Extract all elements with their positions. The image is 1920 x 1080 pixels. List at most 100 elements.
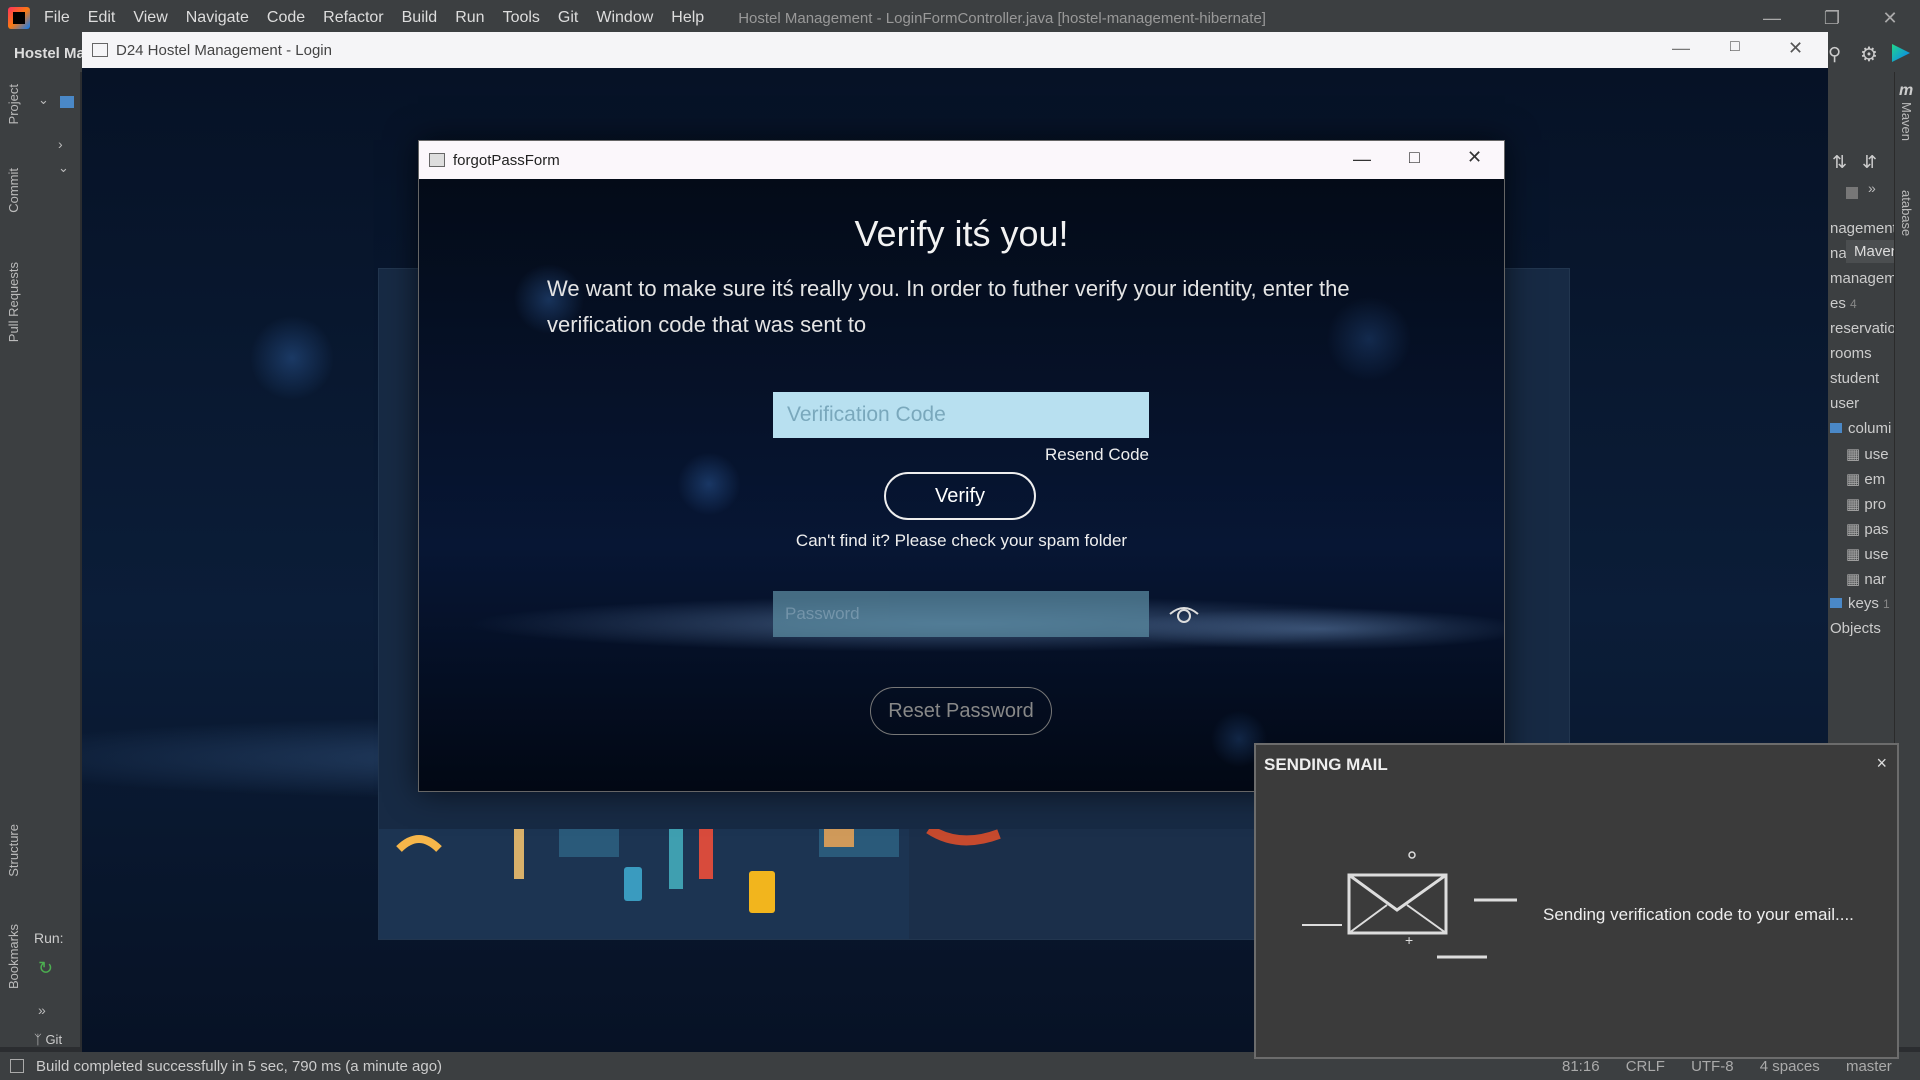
menu-tools[interactable]: Tools [503, 9, 540, 27]
more-icon[interactable]: » [1868, 180, 1876, 196]
db-item[interactable]: user [1830, 395, 1859, 412]
git-tab-label: Git [45, 1032, 63, 1047]
stripe-maven[interactable]: Maven [1899, 102, 1914, 141]
menu-window[interactable]: Window [596, 9, 653, 27]
dialog-title: forgotPassForm [453, 151, 560, 169]
db-folder-item[interactable]: keys 1 [1830, 595, 1890, 612]
sending-mail-popup: SENDING MAIL × + Sending verification co… [1254, 743, 1899, 1059]
show-password-eye-icon[interactable] [1167, 600, 1201, 628]
search-icon[interactable]: ⚲ [1828, 44, 1841, 65]
db-folder-item[interactable]: columi [1830, 420, 1891, 437]
verify-button[interactable]: Verify [884, 472, 1036, 520]
svg-text:+: + [1405, 932, 1413, 948]
intellij-logo-icon [8, 7, 30, 29]
dialog-titlebar: forgotPassForm — □ ✕ [419, 141, 1504, 179]
ide-minimize-button[interactable]: — [1748, 0, 1796, 36]
project-name-label: Hostel Ma [14, 45, 85, 62]
git-branch-icon: ᛉ [34, 1032, 42, 1047]
login-window-title: D24 Hostel Management - Login [116, 41, 332, 59]
db-column-item[interactable]: ▦ pro [1846, 495, 1886, 513]
dialog-maximize-button[interactable]: □ [1409, 147, 1420, 168]
file-encoding[interactable]: UTF-8 [1691, 1058, 1734, 1075]
reset-password-button[interactable]: Reset Password [870, 687, 1052, 735]
git-tab[interactable]: ᛉ Git [34, 1032, 62, 1047]
db-item[interactable]: reservatio [1830, 320, 1894, 337]
dialog-body: Verify itś you! We want to make sure itś… [419, 179, 1504, 791]
stripe-bookmarks[interactable]: Bookmarks [6, 924, 21, 989]
spam-folder-hint: Can't find it? Please check your spam fo… [795, 531, 1128, 550]
db-item[interactable]: student [1830, 370, 1879, 387]
menu-run[interactable]: Run [455, 9, 484, 27]
line-separator[interactable]: CRLF [1626, 1058, 1665, 1075]
dialog-heading: Verify itś you! [854, 213, 1069, 254]
mail-popup-close-button[interactable]: × [1876, 753, 1887, 774]
db-column-item[interactable]: ▦ em [1846, 470, 1885, 488]
maven-tooltip: Maven [1846, 240, 1894, 263]
more-icon[interactable]: » [38, 1002, 46, 1018]
resend-code-link[interactable]: Resend Code [1044, 445, 1149, 465]
folder-icon [60, 96, 74, 108]
status-panel-icon[interactable] [10, 1059, 24, 1073]
chevron-down-icon[interactable]: ⌄ [58, 160, 69, 176]
stripe-structure[interactable]: Structure [6, 824, 21, 877]
db-item[interactable]: rooms [1830, 345, 1872, 362]
dialog-minimize-button[interactable]: — [1353, 149, 1371, 170]
login-maximize-button[interactable]: □ [1730, 38, 1740, 56]
chevron-down-icon[interactable]: ⌄ [38, 92, 49, 108]
db-item[interactable]: Objects [1830, 620, 1881, 637]
ide-left-tool-stripe: Project Commit Pull Requests Structure B… [0, 72, 31, 1047]
cursor-position[interactable]: 81:16 [1562, 1058, 1600, 1075]
ide-window-title: Hostel Management - LoginFormController.… [738, 9, 1266, 27]
menu-git[interactable]: Git [558, 9, 578, 27]
menu-navigate[interactable]: Navigate [186, 9, 249, 27]
stripe-project[interactable]: Project [6, 84, 21, 124]
menu-view[interactable]: View [133, 9, 167, 27]
collapse-all-icon[interactable]: ⇵ [1862, 152, 1877, 173]
password-input[interactable] [773, 591, 1149, 637]
jetbrains-toolbox-icon[interactable] [1892, 44, 1910, 62]
maven-icon[interactable]: m [1899, 82, 1913, 100]
column-icon: ▦ [1846, 546, 1861, 563]
db-item[interactable]: es 4 [1830, 295, 1857, 312]
sending-envelope-icon: + [1302, 851, 1517, 959]
menu-code[interactable]: Code [267, 9, 305, 27]
dialog-description: We want to make sure itś really you. In … [547, 276, 1350, 337]
key-column-icon: ▦ [1846, 446, 1861, 463]
login-minimize-button[interactable]: — [1672, 38, 1690, 59]
build-status-text: Build completed successfully in 5 sec, 7… [36, 1057, 443, 1075]
forgot-password-dialog: forgotPassForm — □ ✕ Verify itś you! We … [418, 140, 1505, 792]
ide-maximize-button[interactable]: ❐ [1808, 0, 1856, 36]
git-branch[interactable]: master [1846, 1058, 1892, 1075]
column-icon: ▦ [1846, 571, 1861, 588]
stripe-pull-requests[interactable]: Pull Requests [6, 262, 21, 342]
verification-code-input[interactable] [773, 392, 1149, 438]
project-panel: ⌄ › ⌄ Run: ↻ » [30, 72, 80, 1047]
menu-file[interactable]: File [44, 9, 70, 27]
db-column-item[interactable]: ▦ use [1846, 545, 1889, 563]
menu-build[interactable]: Build [402, 9, 438, 27]
gear-icon[interactable]: ⚙ [1860, 42, 1878, 67]
mail-popup-title: SENDING MAIL [1264, 755, 1388, 774]
chevron-right-icon[interactable]: › [58, 136, 63, 152]
expand-all-icon[interactable]: ⇅ [1832, 152, 1847, 173]
db-item[interactable]: managem [1830, 270, 1894, 287]
mail-popup-message: Sending verification code to your email.… [1543, 905, 1854, 924]
menu-refactor[interactable]: Refactor [323, 9, 383, 27]
rerun-icon[interactable]: ↻ [38, 958, 53, 979]
stripe-database[interactable]: atabase [1899, 190, 1914, 236]
stop-icon[interactable] [1846, 187, 1858, 199]
dialog-close-button[interactable]: ✕ [1467, 147, 1482, 168]
menu-edit[interactable]: Edit [88, 9, 116, 27]
ide-menubar: File Edit View Navigate Code Refactor Bu… [0, 0, 1920, 36]
folder-icon [1830, 423, 1842, 433]
db-column-item[interactable]: ▦ pas [1846, 520, 1889, 538]
column-icon: ▦ [1846, 496, 1861, 513]
db-item[interactable]: nagement [1830, 220, 1894, 237]
db-column-item[interactable]: ▦ use [1846, 445, 1889, 463]
db-column-item[interactable]: ▦ nar [1846, 570, 1886, 588]
ide-close-button[interactable]: ✕ [1866, 0, 1914, 36]
login-close-button[interactable]: ✕ [1788, 38, 1803, 59]
indent-setting[interactable]: 4 spaces [1760, 1058, 1820, 1075]
menu-help[interactable]: Help [671, 9, 704, 27]
stripe-commit[interactable]: Commit [6, 168, 21, 213]
